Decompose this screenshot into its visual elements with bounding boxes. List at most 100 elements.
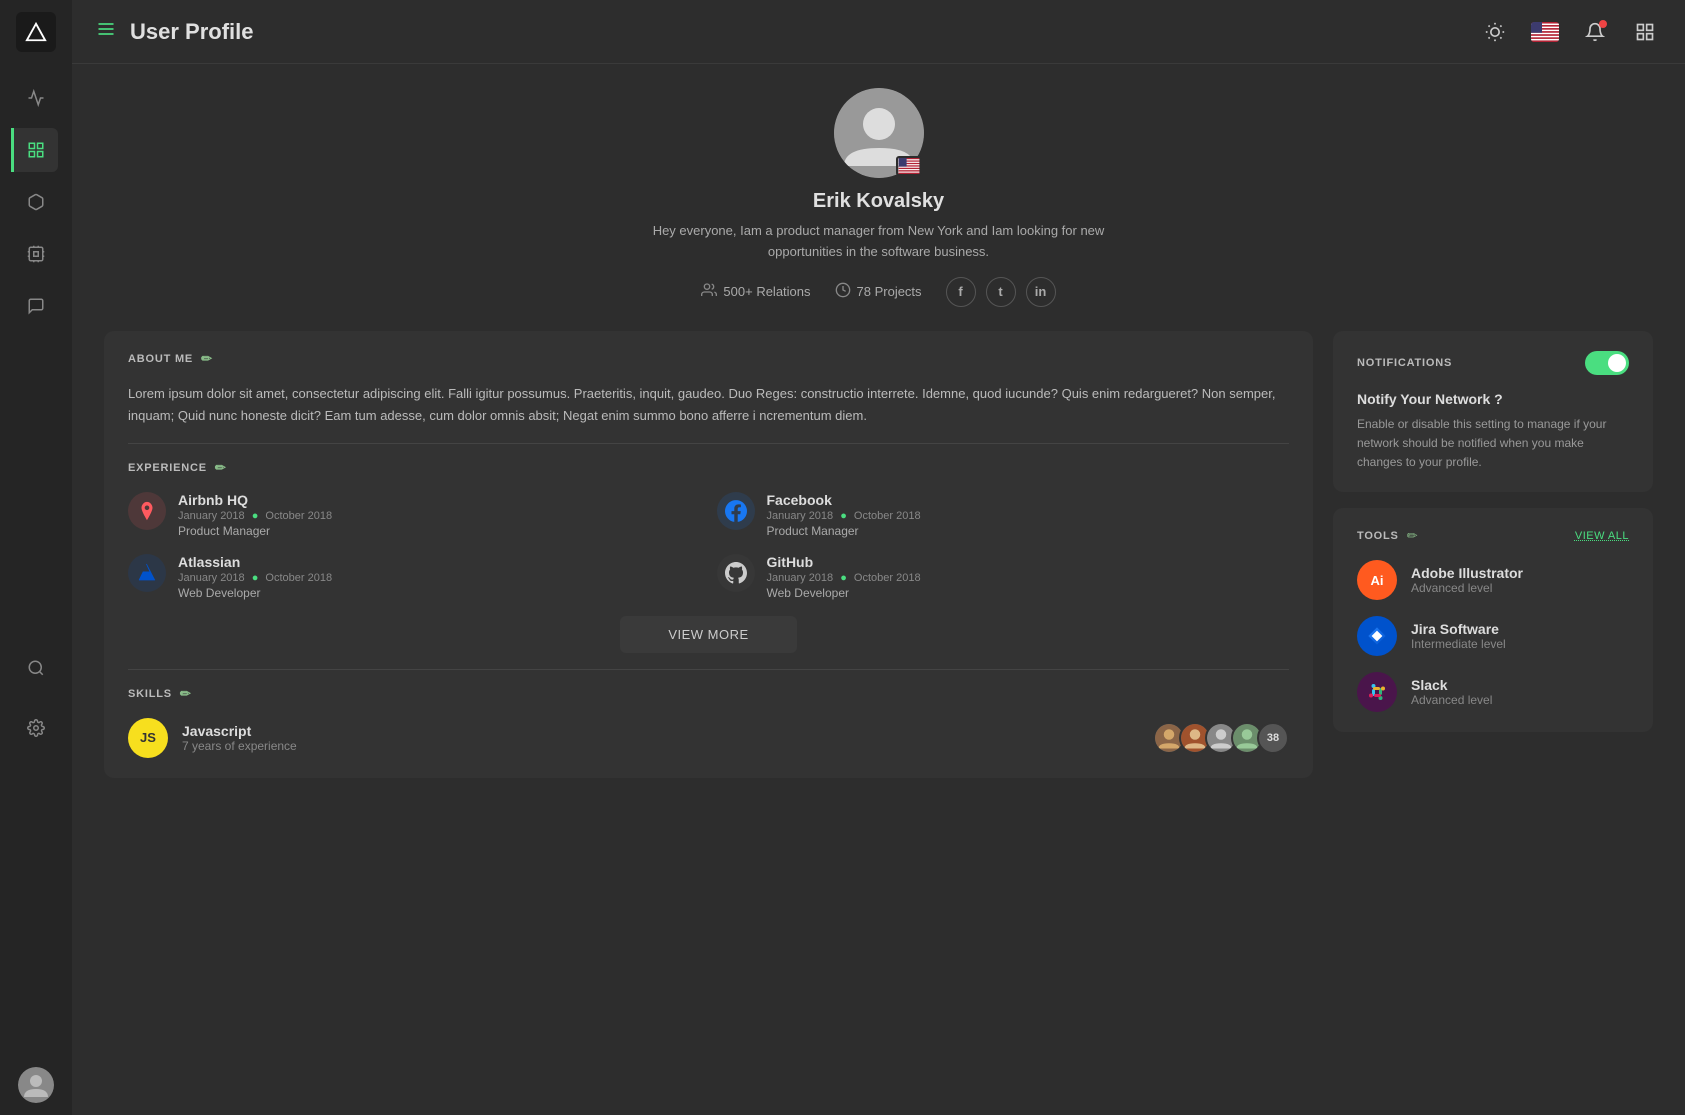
sidebar-item-settings[interactable]: [14, 706, 58, 750]
skills-label: SKILLS: [128, 688, 172, 700]
sidebar-item-chat[interactable]: [14, 284, 58, 328]
sidebar-item-activity[interactable]: [14, 76, 58, 120]
profile-bio: Hey everyone, Iam a product manager from…: [639, 221, 1119, 263]
content-area: Erik Kovalsky Hey everyone, Iam a produc…: [72, 64, 1685, 1115]
ai-logo: Ai: [1357, 560, 1397, 600]
notifications-label: NOTIFICATIONS: [1357, 357, 1452, 369]
two-col-layout: ABOUT ME ✏ Lorem ipsum dolor sit amet, c…: [104, 331, 1653, 794]
exp-atlassian: Atlassian January 2018 ● October 2018 We…: [128, 554, 701, 600]
tools-view-all[interactable]: VIEW ALL: [1575, 530, 1629, 542]
tool-slack: Slack Advanced level: [1357, 672, 1629, 712]
github-dates: January 2018 ● October 2018: [767, 572, 921, 584]
notifications-bell-icon[interactable]: [1579, 16, 1611, 48]
skill-javascript: JS Javascript 7 years of experience: [128, 718, 1289, 758]
endorsers-count: 38: [1257, 722, 1289, 754]
notifications-header: NOTIFICATIONS: [1357, 351, 1629, 375]
profile-avatar-wrap: [834, 88, 924, 178]
ai-level: Advanced level: [1411, 581, 1523, 595]
avatar[interactable]: [18, 1067, 54, 1103]
about-text: Lorem ipsum dolor sit amet, consectetur …: [128, 383, 1289, 427]
experience-edit-icon[interactable]: ✏: [215, 460, 227, 476]
flag-icon[interactable]: [1529, 16, 1561, 48]
menu-icon[interactable]: [96, 19, 116, 44]
profile-stats: 500+ Relations 78 Projects f t in: [104, 277, 1653, 307]
atlassian-role: Web Developer: [178, 586, 332, 600]
social-links: f t in: [946, 277, 1056, 307]
experience-label: EXPERIENCE: [128, 462, 207, 474]
airbnb-logo: [128, 492, 166, 530]
notifications-description: Enable or disable this setting to manage…: [1357, 415, 1629, 473]
experience-header: EXPERIENCE ✏: [128, 460, 1289, 476]
notifications-subtitle: Notify Your Network ?: [1357, 391, 1629, 407]
divider-about: [128, 443, 1289, 444]
tools-edit-icon[interactable]: ✏: [1407, 528, 1418, 544]
skills-header: SKILLS ✏: [128, 686, 1289, 702]
apps-grid-icon[interactable]: [1629, 16, 1661, 48]
atlassian-logo: [128, 554, 166, 592]
experience-grid: Airbnb HQ January 2018 ● October 2018 Pr…: [128, 492, 1289, 600]
header-actions: [1479, 16, 1661, 48]
relations-stat: 500+ Relations: [701, 282, 810, 301]
tools-header: TOOLS ✏ VIEW ALL: [1357, 528, 1629, 544]
atlassian-dates: January 2018 ● October 2018: [178, 572, 332, 584]
jira-name: Jira Software: [1411, 621, 1506, 637]
github-logo: [717, 554, 755, 592]
airbnb-name: Airbnb HQ: [178, 492, 332, 508]
view-more-button[interactable]: VIEW MORE: [620, 616, 796, 653]
logo[interactable]: [16, 12, 56, 52]
sidebar-item-box[interactable]: [14, 180, 58, 224]
atlassian-name: Atlassian: [178, 554, 332, 570]
profile-hero: Erik Kovalsky Hey everyone, Iam a produc…: [104, 88, 1653, 307]
airbnb-role: Product Manager: [178, 524, 332, 538]
facebook-dates: January 2018 ● October 2018: [767, 510, 921, 522]
skill-exp: 7 years of experience: [182, 739, 297, 753]
twitter-link[interactable]: t: [986, 277, 1016, 307]
profile-name: Erik Kovalsky: [104, 190, 1653, 213]
skill-info: Javascript 7 years of experience: [182, 723, 297, 753]
js-badge: JS: [128, 718, 168, 758]
github-name: GitHub: [767, 554, 921, 570]
jira-level: Intermediate level: [1411, 637, 1506, 651]
tool-jira: Jira Software Intermediate level: [1357, 616, 1629, 656]
jira-logo: [1357, 616, 1397, 656]
header: User Profile: [72, 0, 1685, 64]
left-column: ABOUT ME ✏ Lorem ipsum dolor sit amet, c…: [104, 331, 1313, 794]
relations-icon: [701, 282, 717, 301]
ai-logo-text: Ai: [1371, 573, 1384, 588]
sidebar-item-dashboard[interactable]: [11, 128, 58, 172]
linkedin-link[interactable]: in: [1026, 277, 1056, 307]
exp-github: GitHub January 2018 ● October 2018 Web D…: [717, 554, 1290, 600]
tools-label: TOOLS: [1357, 530, 1399, 542]
ai-name: Adobe Illustrator: [1411, 565, 1523, 581]
airbnb-dates: January 2018 ● October 2018: [178, 510, 332, 522]
facebook-name: Facebook: [767, 492, 921, 508]
tools-card: TOOLS ✏ VIEW ALL Ai Adobe Illustrator Ad…: [1333, 508, 1653, 732]
facebook-link[interactable]: f: [946, 277, 976, 307]
ai-info: Adobe Illustrator Advanced level: [1411, 565, 1523, 595]
github-role: Web Developer: [767, 586, 921, 600]
right-column: NOTIFICATIONS Notify Your Network ? Enab…: [1333, 331, 1653, 733]
slack-level: Advanced level: [1411, 693, 1492, 707]
theme-toggle-icon[interactable]: [1479, 16, 1511, 48]
tool-ai: Ai Adobe Illustrator Advanced level: [1357, 560, 1629, 600]
sidebar-item-chip[interactable]: [14, 232, 58, 276]
profile-flag: [896, 156, 922, 176]
slack-name: Slack: [1411, 677, 1492, 693]
skill-endorsers: 38: [1159, 722, 1289, 754]
slack-logo: [1357, 672, 1397, 712]
jira-info: Jira Software Intermediate level: [1411, 621, 1506, 651]
exp-facebook: Facebook January 2018 ● October 2018 Pro…: [717, 492, 1290, 538]
main-content: User Profile: [72, 0, 1685, 1115]
skills-edit-icon[interactable]: ✏: [180, 686, 192, 702]
exp-airbnb: Airbnb HQ January 2018 ● October 2018 Pr…: [128, 492, 701, 538]
github-info: GitHub January 2018 ● October 2018 Web D…: [767, 554, 921, 600]
about-edit-icon[interactable]: ✏: [201, 351, 213, 367]
facebook-info: Facebook January 2018 ● October 2018 Pro…: [767, 492, 921, 538]
relations-count: 500+ Relations: [723, 284, 810, 299]
sidebar-item-search[interactable]: [14, 646, 58, 690]
notifications-toggle[interactable]: [1585, 351, 1629, 375]
projects-count: 78 Projects: [857, 284, 922, 299]
about-card: ABOUT ME ✏ Lorem ipsum dolor sit amet, c…: [104, 331, 1313, 778]
atlassian-info: Atlassian January 2018 ● October 2018 We…: [178, 554, 332, 600]
page-title: User Profile: [130, 19, 1479, 45]
